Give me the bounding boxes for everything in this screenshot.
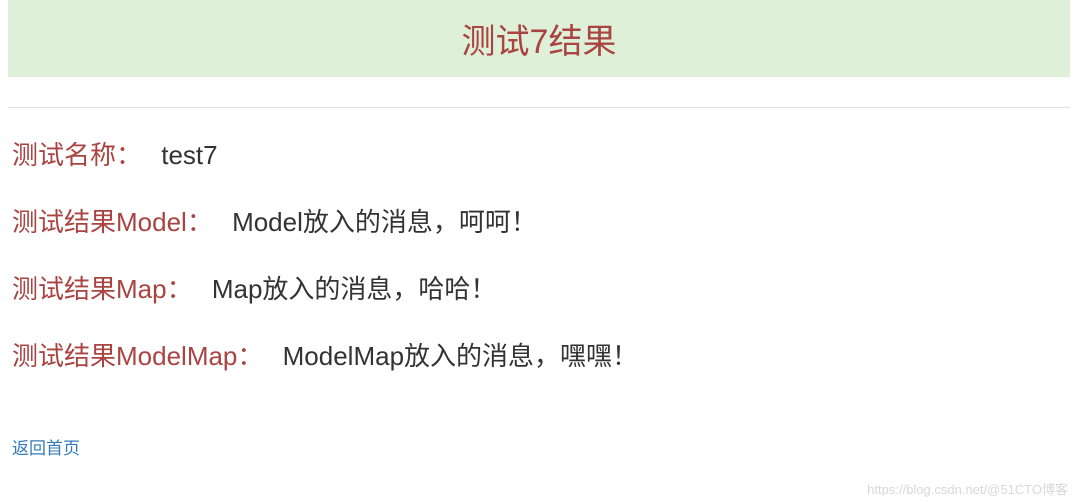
divider [8, 107, 1070, 108]
test-result-map-label: 测试结果Map： [12, 274, 193, 304]
test-result-map-row: 测试结果Map： Map放入的消息，哈哈！ [12, 270, 1066, 309]
back-home-link[interactable]: 返回首页 [12, 434, 80, 459]
test-result-model-value: Model放入的消息，呵呵！ [232, 207, 537, 237]
test-name-value: test7 [161, 140, 217, 170]
test-result-modelmap-value: ModelMap放入的消息，嘿嘿！ [283, 341, 638, 371]
test-result-model-row: 测试结果Model： Model放入的消息，呵呵！ [12, 203, 1066, 242]
page-title: 测试7结果 [8, 14, 1070, 63]
content-area: 测试名称： test7 测试结果Model： Model放入的消息，呵呵！ 测试… [0, 136, 1078, 459]
test-result-model-label: 测试结果Model： [12, 207, 213, 237]
test-name-label: 测试名称： [12, 140, 142, 170]
test-result-map-value: Map放入的消息，哈哈！ [212, 274, 497, 304]
test-result-modelmap-label: 测试结果ModelMap： [12, 341, 263, 371]
test-name-row: 测试名称： test7 [12, 136, 1066, 175]
page-header: 测试7结果 [8, 0, 1070, 77]
watermark-text: https://blog.csdn.net/@51CTO博客 [867, 479, 1068, 498]
test-result-modelmap-row: 测试结果ModelMap： ModelMap放入的消息，嘿嘿！ [12, 337, 1066, 376]
